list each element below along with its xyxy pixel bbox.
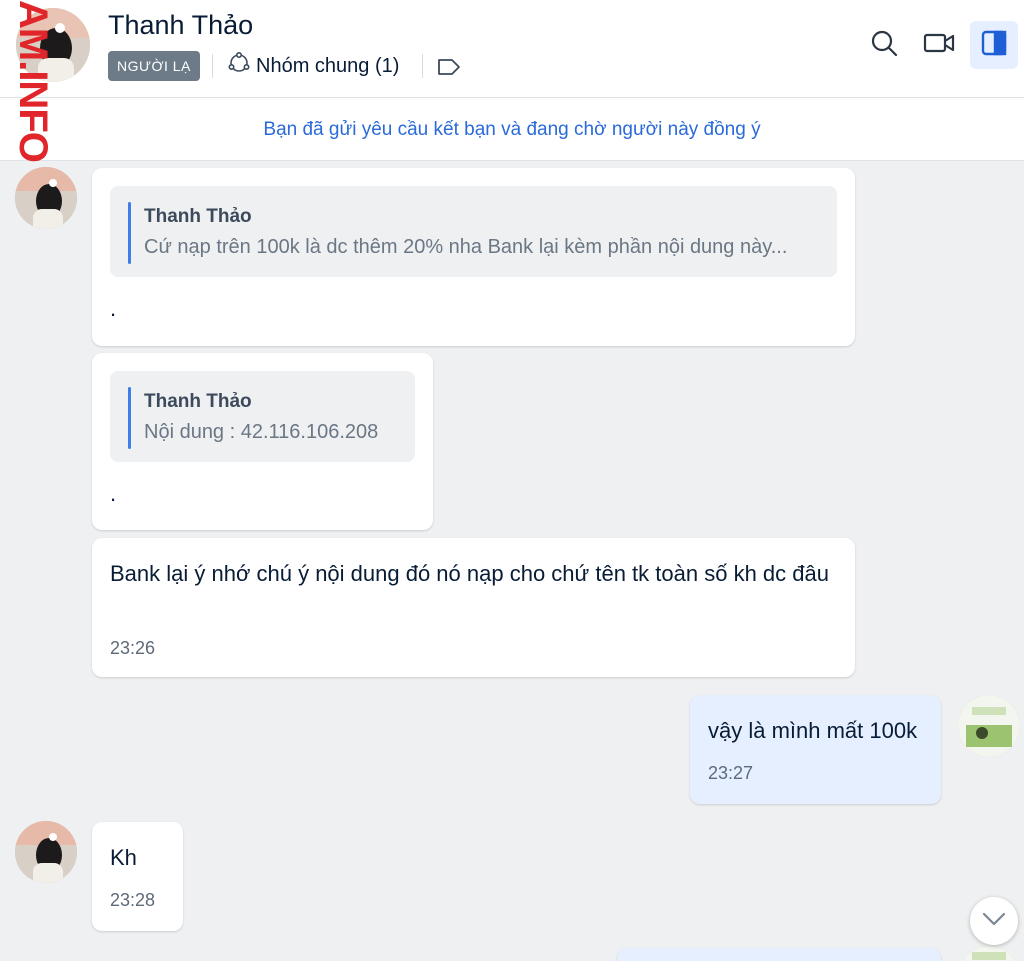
quoted-message[interactable]: Thanh Thảo Nội dung : 42.116.106.208 (110, 371, 415, 462)
stranger-badge: NGƯỜI LẠ (108, 51, 200, 81)
quoted-message[interactable]: Thanh Thảo Cứ nạp trên 100k là dc thêm 2… (110, 186, 837, 277)
quote-text: Cứ nạp trên 100k là dc thêm 20% nha Bank… (144, 236, 788, 258)
message-bubble[interactable]: Thanh Thảo Cứ nạp trên 100k là dc thêm 2… (92, 168, 855, 346)
video-call-icon (923, 31, 955, 60)
message-text: Bank lại ý nhớ chú ý nội dung đó nó nạp … (110, 561, 829, 586)
watermark-text: AM.INFO (11, 0, 55, 162)
chat-header: Thanh Thảo NGƯỜI LẠ Nhóm chung (1) (0, 0, 1024, 98)
divider (422, 54, 423, 78)
chevron-down-icon (982, 912, 1006, 931)
message-bubble[interactable]: Thanh Thảo Nội dung : 42.116.106.208 . (92, 353, 433, 530)
sidebar-toggle-icon (981, 30, 1007, 61)
people-circle-icon (228, 51, 250, 80)
message-bubble[interactable]: Kh 23:28 (92, 822, 183, 931)
tag-icon[interactable] (436, 56, 462, 78)
message-time: 23:27 (708, 763, 754, 783)
common-groups-link[interactable]: Nhóm chung (1) (228, 51, 400, 80)
quote-text: Nội dung : 42.116.106.208 (144, 421, 379, 443)
message-bubble[interactable]: Bank lại ý nhớ chú ý nội dung đó nó nạp … (92, 538, 855, 677)
quote-sender: Thanh Thảo (144, 391, 252, 412)
divider (212, 54, 213, 78)
quote-bar (128, 387, 131, 449)
conversation-info-button[interactable] (970, 21, 1018, 69)
message-time: 23:28 (110, 890, 156, 910)
my-message-bubble[interactable] (617, 948, 941, 961)
watermark: AM.INFO (10, 0, 55, 180)
quote-sender: Thanh Thảo (144, 206, 252, 227)
quote-bar (128, 202, 131, 264)
search-icon (870, 29, 898, 62)
message-text: vậy là mình mất 100k (708, 718, 918, 743)
message-time: 23:26 (110, 638, 156, 658)
message-text: . (110, 296, 117, 321)
my-avatar[interactable] (958, 695, 1020, 757)
sender-avatar[interactable] (15, 821, 77, 883)
scroll-to-bottom-button[interactable] (970, 897, 1018, 945)
search-button[interactable] (860, 21, 908, 69)
message-text: Kh (110, 845, 137, 870)
contact-name: Thanh Thảo (108, 10, 254, 40)
video-call-button[interactable] (915, 21, 963, 69)
common-groups-label: Nhóm chung (1) (256, 54, 400, 77)
my-message-bubble[interactable]: vậy là mình mất 100k 23:27 (690, 695, 941, 804)
my-avatar[interactable] (958, 946, 1020, 961)
message-text: . (110, 481, 117, 506)
friend-request-notice: Bạn đã gửi yêu cầu kết bạn và đang chờ n… (0, 98, 1024, 161)
